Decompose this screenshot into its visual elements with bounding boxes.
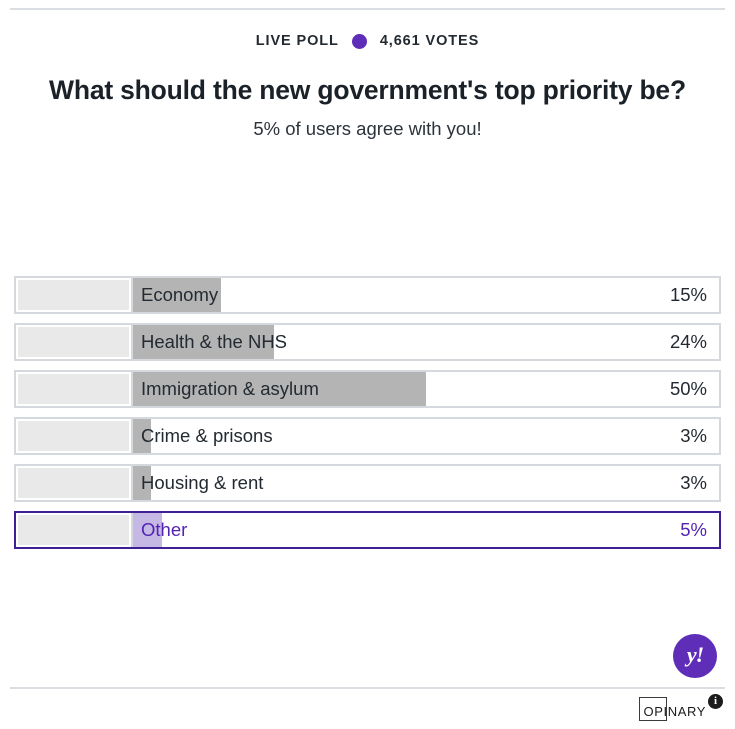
option-thumbnail-placeholder: [18, 515, 129, 545]
top-divider: [10, 8, 725, 10]
opinary-logo-text: OPINARY: [643, 704, 706, 719]
option-thumbnail-cell: [16, 466, 133, 500]
poll-option-row[interactable]: Crime & prisons 3%: [14, 417, 721, 455]
poll-option-row[interactable]: Immigration & asylum 50%: [14, 370, 721, 408]
option-label: Housing & rent: [141, 472, 264, 493]
option-label: Health & the NHS: [141, 331, 288, 352]
yahoo-logo: y!: [673, 634, 717, 678]
option-thumbnail-placeholder: [18, 421, 129, 451]
option-percentage: 5%: [680, 519, 707, 540]
poll-options-list: Economy 15% Health & the NHS 24% Immigration…: [14, 276, 721, 549]
option-thumbnail-placeholder: [18, 374, 129, 404]
option-thumbnail-placeholder: [18, 327, 129, 357]
option-label-cell: Economy 15%: [133, 278, 719, 312]
vote-count-label: 4,661 VOTES: [379, 33, 480, 49]
option-thumbnail-placeholder: [18, 468, 129, 498]
option-thumbnail-cell: [16, 372, 133, 406]
option-label-cell: Immigration & asylum 50%: [133, 372, 719, 406]
poll-question: What should the new government's top pri…: [49, 75, 686, 105]
option-thumbnail-cell: [16, 419, 133, 453]
bottom-divider: [10, 687, 725, 689]
option-label-cell: Other 5%: [133, 513, 719, 547]
option-label-cell: Health & the NHS 24%: [133, 325, 719, 359]
poll-option-row[interactable]: Economy 15%: [14, 276, 721, 314]
option-label: Economy: [141, 284, 219, 305]
poll-option-row[interactable]: Other 5%: [14, 511, 721, 549]
live-dot-icon: [351, 33, 367, 49]
option-thumbnail-cell: [16, 325, 133, 359]
option-label: Crime & prisons: [141, 425, 273, 446]
opinary-poll-widget: LIVE POLL 4,661 VOTES What should the ne…: [0, 0, 735, 729]
option-percentage: 15%: [669, 284, 707, 305]
option-label-cell: Crime & prisons 3%: [133, 419, 719, 453]
yahoo-logo-glyph: y!: [686, 642, 704, 667]
live-poll-label: LIVE POLL: [255, 33, 339, 49]
opinary-footer: OPINARY i: [638, 694, 723, 724]
opinary-logo: OPINARY: [638, 697, 706, 724]
option-label: Other: [141, 519, 188, 540]
option-percentage: 24%: [669, 331, 707, 352]
option-percentage: 3%: [680, 425, 707, 446]
option-label: Immigration & asylum: [141, 378, 319, 399]
poll-option-row[interactable]: Housing & rent 3%: [14, 464, 721, 502]
option-percentage: 3%: [680, 472, 707, 493]
poll-meta-header: LIVE POLL 4,661 VOTES: [0, 30, 735, 52]
option-thumbnail-cell: [16, 513, 133, 547]
poll-option-row[interactable]: Health & the NHS 24%: [14, 323, 721, 361]
poll-subtitle: 5% of users agree with you!: [253, 118, 482, 140]
info-icon[interactable]: i: [708, 694, 723, 709]
option-label-cell: Housing & rent 3%: [133, 466, 719, 500]
option-thumbnail-placeholder: [18, 280, 129, 310]
option-thumbnail-cell: [16, 278, 133, 312]
option-percentage: 50%: [669, 378, 707, 399]
